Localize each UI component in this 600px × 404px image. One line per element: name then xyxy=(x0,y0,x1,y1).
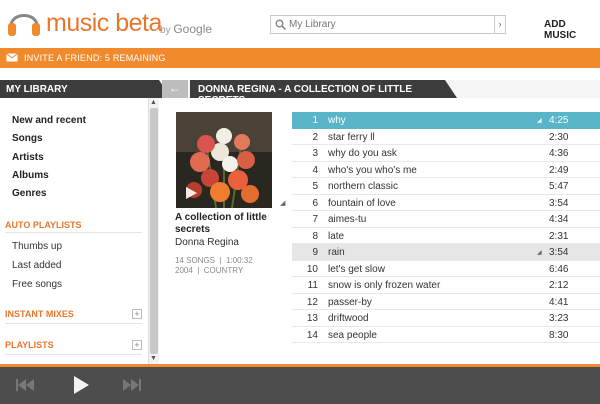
album-meta-songs: 14 SONGS | 1:00:32 xyxy=(175,256,253,265)
collapse-arrow-icon[interactable]: ◢ xyxy=(280,199,285,207)
table-row[interactable]: 9 rain ◢ 3:54 xyxy=(292,244,600,261)
auto-playlists-title: AUTO PLAYLISTS xyxy=(5,220,82,230)
scroll-down-icon[interactable]: ▼ xyxy=(150,355,157,362)
mail-icon xyxy=(6,53,18,62)
scroll-thumb[interactable] xyxy=(150,108,158,354)
headphones-icon xyxy=(8,14,40,36)
table-row[interactable]: 7 aimes-tu 4:34 xyxy=(292,211,600,228)
add-playlist-button[interactable]: + xyxy=(132,340,142,350)
instant-mixes-title[interactable]: INSTANT MIXES xyxy=(5,309,74,319)
table-row[interactable]: 4 who's you who's me 2:49 xyxy=(292,162,600,178)
table-row[interactable]: 5 northern classic 5:47 xyxy=(292,178,600,195)
app-header: music beta by Google › ADD MUSIC xyxy=(0,0,600,48)
search-button[interactable]: › xyxy=(494,16,505,33)
table-row[interactable]: 11 snow is only frozen water 2:12 xyxy=(292,277,600,294)
track-list: 1 why ◢ 4:25 2 star ferry ll 2:30 3 why do you… xyxy=(292,112,600,343)
player-bar xyxy=(0,367,600,404)
sidebar-scrollbar[interactable]: ▲ ▼ xyxy=(148,98,159,364)
track-menu-icon: ◢ xyxy=(537,118,542,124)
album-artist[interactable]: Donna Regina xyxy=(175,237,239,248)
sidebar-item-last-added[interactable]: Last added xyxy=(12,260,62,271)
search-icon xyxy=(275,19,286,30)
play-album-icon[interactable] xyxy=(184,186,198,200)
invite-text[interactable]: INVITE A FRIEND: 5 REMAINING xyxy=(24,53,166,63)
divider xyxy=(5,354,142,355)
add-instant-mix-button[interactable]: + xyxy=(132,309,142,319)
page-title: DONNA REGINA - A COLLECTION OF LITTLE SE… xyxy=(190,80,457,106)
search-box[interactable]: › xyxy=(270,15,506,34)
sidebar-title: MY LIBRARY xyxy=(0,80,171,98)
table-row[interactable]: 8 late 2:31 xyxy=(292,228,600,244)
sidebar-item-free-songs[interactable]: Free songs xyxy=(12,279,62,290)
add-music-button[interactable]: ADD MUSIC xyxy=(544,19,600,41)
sidebar-item-genres[interactable]: Genres xyxy=(12,188,46,199)
table-row[interactable]: 13 driftwood 3:23 xyxy=(292,310,600,327)
sidebar-item-songs[interactable]: Songs xyxy=(12,133,43,144)
sidebar-item-new-and-recent[interactable]: New and recent xyxy=(12,115,86,126)
table-row[interactable]: 12 passer-by 4:41 xyxy=(292,294,600,310)
track-menu-icon: ◢ xyxy=(537,250,542,256)
table-row[interactable]: 3 why do you ask 4:36 xyxy=(292,145,600,162)
table-row[interactable]: 10 let's get slow 6:46 xyxy=(292,261,600,277)
album-cover[interactable] xyxy=(176,112,272,208)
album-meta-year: 2004 | COUNTRY xyxy=(175,266,244,275)
table-row[interactable]: 6 fountain of love 3:54 xyxy=(292,195,600,211)
album-name: A collection of little secrets xyxy=(175,212,267,235)
sidebar-item-albums[interactable]: Albums xyxy=(12,170,49,181)
previous-track-icon[interactable] xyxy=(16,379,34,391)
divider xyxy=(5,232,142,233)
scroll-up-icon[interactable]: ▲ xyxy=(150,99,157,106)
next-track-icon[interactable] xyxy=(123,379,141,391)
sidebar-item-thumbs-up[interactable]: Thumbs up xyxy=(12,241,62,252)
play-icon[interactable] xyxy=(72,376,90,394)
table-row[interactable]: 1 why ◢ 4:25 xyxy=(292,112,600,129)
search-input[interactable] xyxy=(289,17,489,32)
playlists-title[interactable]: PLAYLISTS xyxy=(5,340,54,350)
divider xyxy=(5,323,142,324)
brand-name: music beta xyxy=(46,9,162,37)
brand-by: by Google xyxy=(160,22,213,36)
table-row[interactable]: 14 sea people 8:30 xyxy=(292,327,600,343)
view-title-bar: ← DONNA REGINA - A COLLECTION OF LITTLE … xyxy=(162,80,600,106)
back-button[interactable]: ← xyxy=(162,80,188,98)
invite-bar[interactable]: INVITE A FRIEND: 5 REMAINING xyxy=(0,48,600,68)
table-row[interactable]: 2 star ferry ll 2:30 xyxy=(292,129,600,145)
sidebar-item-artists[interactable]: Artists xyxy=(12,152,44,163)
sidebar: New and recent Songs Artists Albums Genr… xyxy=(0,98,147,364)
